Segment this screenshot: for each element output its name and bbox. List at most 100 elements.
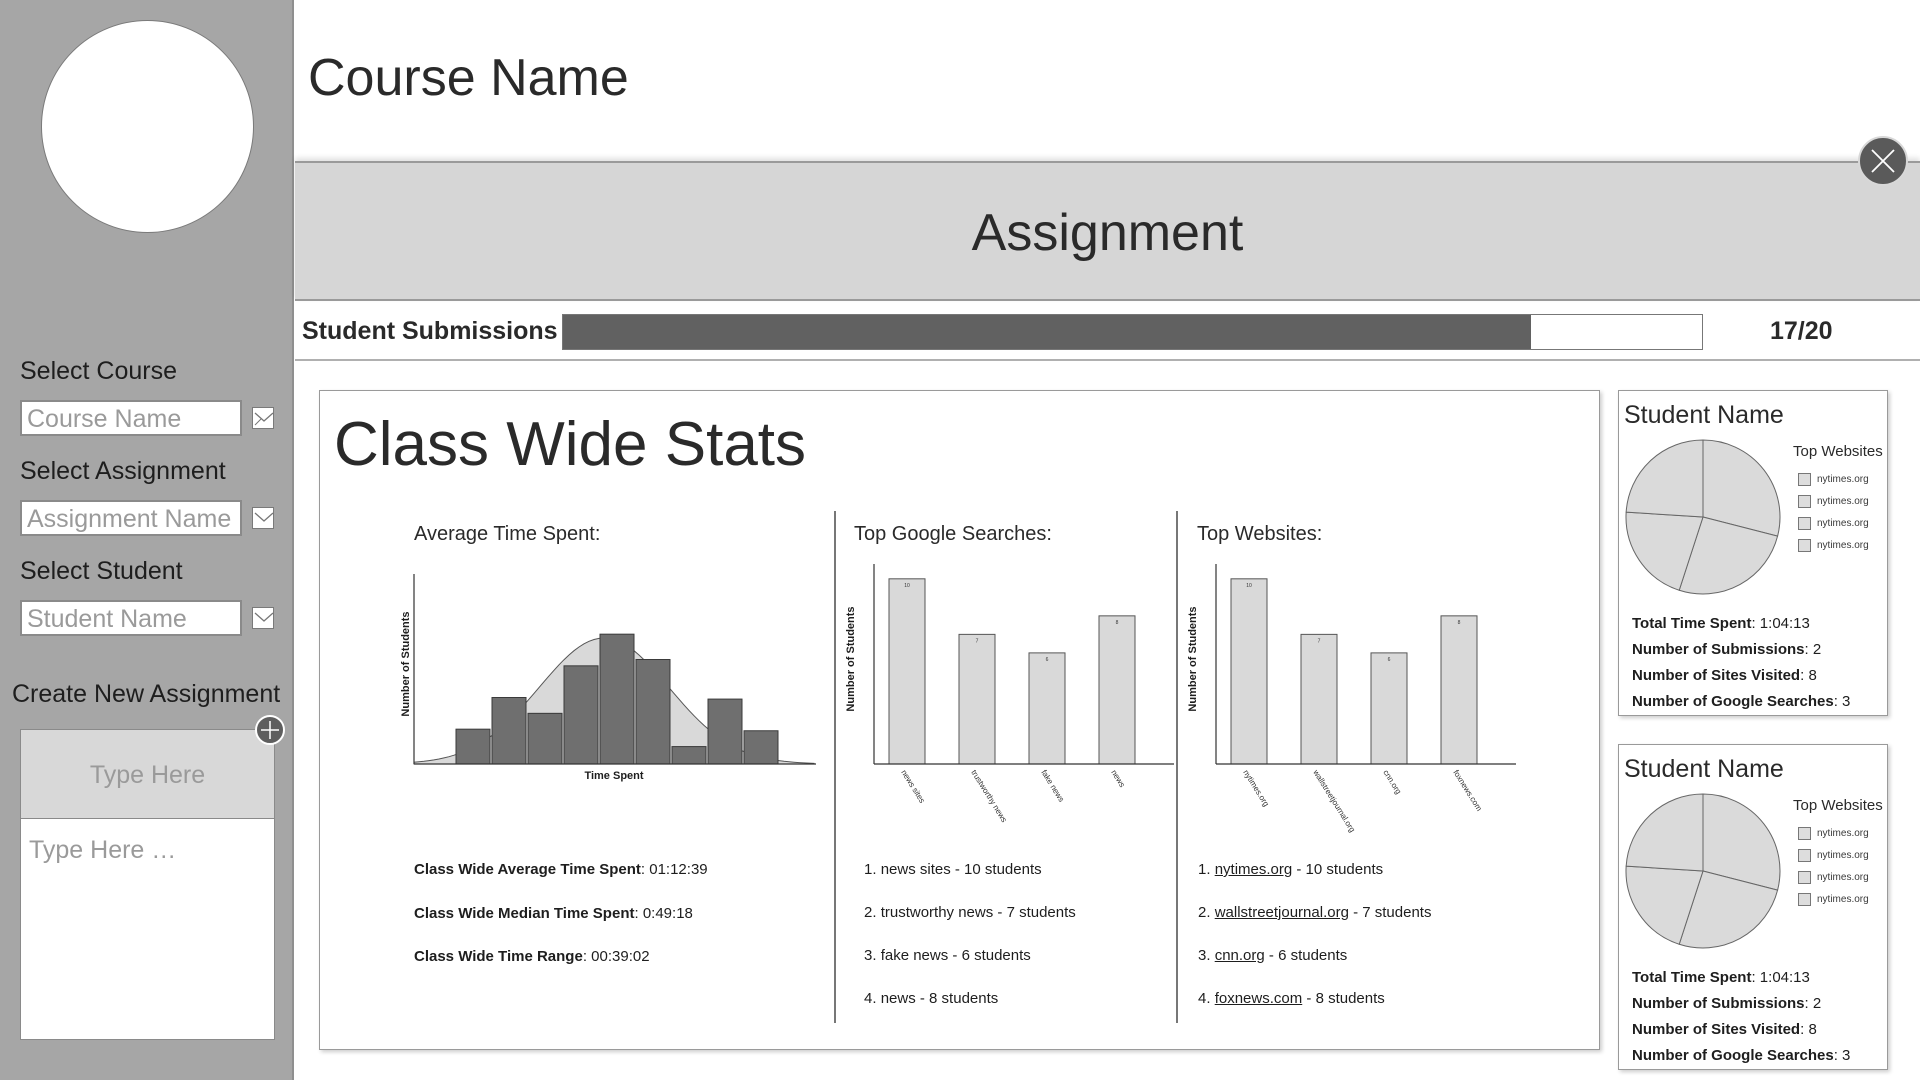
new-assignment-title-input[interactable]: Type Here xyxy=(20,729,275,819)
legend-swatch xyxy=(1798,473,1811,486)
assignment-title: Assignment xyxy=(971,204,1244,262)
y-axis-label: Number of Students xyxy=(400,611,412,716)
website-link[interactable]: wallstreetjournal.org xyxy=(1215,904,1349,921)
bar xyxy=(1028,652,1066,765)
bar xyxy=(1370,652,1408,765)
close-icon xyxy=(1871,149,1895,173)
website-rank-item: 1. nytimes.org - 10 students xyxy=(1198,861,1384,878)
histogram-bar xyxy=(743,730,779,765)
search-rank-item: 4. news - 8 students xyxy=(864,990,999,1007)
bar-value-label: 7 xyxy=(1318,638,1321,644)
stat-average-time: Class Wide Average Time Spent: 01:12:39 xyxy=(414,861,708,878)
student-stat: Number of Google Searches: 3 xyxy=(1632,693,1851,710)
website-link[interactable]: cnn.org xyxy=(1215,947,1265,964)
x-tick-label: trustworthy news xyxy=(969,768,1008,824)
assignment-dropdown-icon[interactable] xyxy=(252,507,274,529)
stat-median-time: Class Wide Median Time Spent: 0:49:18 xyxy=(414,905,693,922)
bar xyxy=(1300,633,1338,765)
bar-value-label: 8 xyxy=(1458,620,1461,626)
select-student-label: Select Student xyxy=(20,557,183,585)
legend-title: Top Websites xyxy=(1793,443,1883,460)
student-stat: Number of Submissions: 2 xyxy=(1632,641,1822,658)
bar xyxy=(1440,615,1478,765)
close-button[interactable] xyxy=(1858,136,1908,186)
new-assignment-body-input[interactable]: Type Here … xyxy=(20,818,275,1040)
student-card[interactable]: Student Name Top Websites nytimes.org ny… xyxy=(1618,744,1888,1070)
x-tick-label: cnn.org xyxy=(1381,768,1403,795)
x-tick-label: nytimes.org xyxy=(1241,768,1271,808)
legend-item: nytimes.org xyxy=(1798,893,1869,907)
add-assignment-button[interactable] xyxy=(255,715,285,745)
submissions-progress-bar xyxy=(562,314,1703,350)
histogram-bar xyxy=(455,728,491,765)
histogram-bar xyxy=(527,712,563,765)
bar-value-label: 6 xyxy=(1388,657,1391,663)
student-name: Student Name xyxy=(1624,401,1784,429)
bar-value-label: 10 xyxy=(904,583,910,589)
website-link[interactable]: foxnews.com xyxy=(1215,990,1303,1007)
histogram-bar xyxy=(635,659,671,765)
student-stat: Total Time Spent: 1:04:13 xyxy=(1632,969,1810,986)
website-link[interactable]: nytimes.org xyxy=(1215,861,1293,878)
chart-title: Top Google Searches: xyxy=(854,523,1052,545)
legend-item: nytimes.org xyxy=(1798,495,1869,509)
legend-title: Top Websites xyxy=(1793,797,1883,814)
x-tick-label: wallstreetjournal.org xyxy=(1311,767,1357,833)
pie-slice xyxy=(1625,793,1704,872)
avatar[interactable] xyxy=(41,20,254,233)
bar-value-label: 6 xyxy=(1046,657,1049,663)
student-stat: Number of Google Searches: 3 xyxy=(1632,1047,1851,1064)
student-dropdown-icon[interactable] xyxy=(252,607,274,629)
bar xyxy=(888,578,926,765)
bar xyxy=(958,633,996,765)
student-stat: Number of Submissions: 2 xyxy=(1632,995,1822,1012)
legend-item: nytimes.org xyxy=(1798,473,1869,487)
legend-item: nytimes.org xyxy=(1798,517,1869,531)
student-stat: Total Time Spent: 1:04:13 xyxy=(1632,615,1810,632)
student-pie-chart xyxy=(1625,793,1781,949)
submissions-progress-fill xyxy=(563,315,1532,349)
student-select[interactable]: Student Name xyxy=(20,600,242,636)
course-select[interactable]: Course Name xyxy=(20,400,242,436)
x-tick-label: fake news xyxy=(1039,768,1066,803)
histogram-bar xyxy=(491,697,527,765)
legend-item: nytimes.org xyxy=(1798,871,1869,885)
legend-swatch xyxy=(1798,517,1811,530)
student-pie-chart xyxy=(1625,439,1781,595)
histogram-bar xyxy=(707,698,743,765)
assignment-select[interactable]: Assignment Name xyxy=(20,500,242,536)
histogram-bar xyxy=(563,665,599,765)
legend-item: nytimes.org xyxy=(1798,849,1869,863)
pie-slice xyxy=(1625,439,1704,518)
select-course-label: Select Course xyxy=(20,357,178,385)
legend-swatch xyxy=(1798,893,1811,906)
class-stats-panel: Class Wide Stats Average Time Spent: Top… xyxy=(319,390,1600,1050)
legend-item: nytimes.org xyxy=(1798,827,1869,841)
student-name: Student Name xyxy=(1624,755,1784,783)
student-stat: Number of Sites Visited: 8 xyxy=(1632,1021,1817,1038)
legend-swatch xyxy=(1798,495,1811,508)
assignment-banner: Assignment xyxy=(295,161,1920,301)
search-rank-item: 1. news sites - 10 students xyxy=(864,861,1042,878)
course-dropdown-icon[interactable] xyxy=(252,407,274,429)
bar xyxy=(1098,615,1136,765)
bar xyxy=(1230,578,1268,765)
student-card[interactable]: Student Name Top Websites nytimes.org ny… xyxy=(1618,390,1888,716)
website-rank-item: 3. cnn.org - 6 students xyxy=(1198,947,1348,964)
chart-title: Top Websites: xyxy=(1197,523,1323,545)
submissions-label: Student Submissions xyxy=(302,317,558,345)
y-axis-label: Number of Students xyxy=(1187,606,1199,711)
legend-swatch xyxy=(1798,539,1811,552)
histogram-bar xyxy=(599,633,635,765)
x-tick-label: news sites xyxy=(899,768,926,804)
time-spent-histogram: Time Spent Number of Students xyxy=(400,574,816,782)
sidebar: Select Course Course Name Select Assignm… xyxy=(0,0,294,1080)
histogram-bar xyxy=(671,746,707,765)
x-tick-label: news xyxy=(1109,768,1127,789)
chart-title: Average Time Spent: xyxy=(414,523,601,545)
submissions-row: Student Submissions 17/20 xyxy=(295,301,1920,361)
stat-time-range: Class Wide Time Range: 00:39:02 xyxy=(414,948,650,965)
x-axis-label: Time Spent xyxy=(584,770,643,782)
course-title: Course Name xyxy=(308,49,629,107)
legend-swatch xyxy=(1798,849,1811,862)
